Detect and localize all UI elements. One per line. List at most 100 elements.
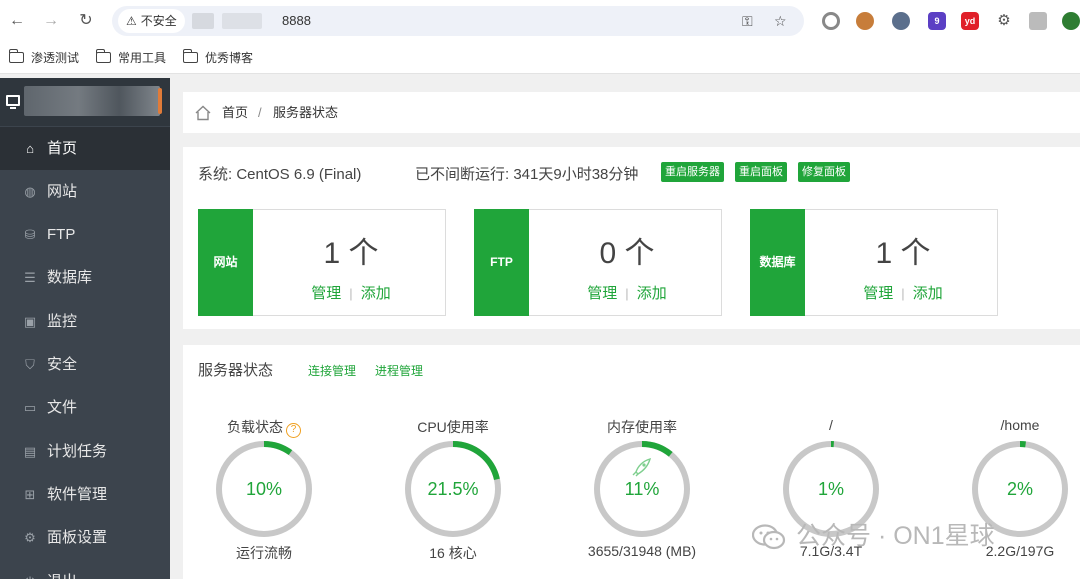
breadcrumb: 首页 / 服务器状态	[183, 92, 1080, 133]
monitor-icon: ▣	[23, 314, 37, 329]
gauge-label: /	[829, 417, 833, 433]
folder-icon	[95, 49, 111, 63]
apps-icon: ⊞	[24, 487, 36, 502]
home-icon: ⌂	[26, 141, 34, 156]
gauge-sub: 运行流畅	[236, 545, 292, 561]
shield-icon: ⛉	[25, 357, 35, 372]
sidebar-item-website[interactable]: ◍ 网站	[0, 170, 170, 213]
process-manage-link[interactable]: 进程管理	[375, 362, 423, 379]
security-chip[interactable]: ⚠ 不安全	[118, 9, 185, 33]
add-link[interactable]: 添加	[913, 285, 943, 302]
back-arrow-icon[interactable]: ←	[4, 8, 30, 34]
gauge-value: 2%	[1006, 479, 1033, 499]
repair-panel-button[interactable]: 修复面板	[798, 162, 850, 182]
stat-card-database: 数据库 1 个 管理 | 添加	[750, 209, 998, 316]
stat-links: 管理 | 添加	[311, 285, 391, 302]
gauge-label: /home	[1000, 417, 1040, 433]
connection-manage-link[interactable]: 连接管理	[308, 362, 356, 379]
purple-extension-icon[interactable]: 9	[928, 12, 946, 30]
security-label: 不安全	[140, 14, 177, 28]
restart-server-button[interactable]: 重启服务器	[661, 162, 724, 182]
qr-extension-icon[interactable]	[1029, 12, 1047, 30]
youdao-extension-icon[interactable]: yd	[961, 12, 979, 30]
stat-links: 管理 | 添加	[863, 285, 943, 302]
stat-tag: 网站	[198, 209, 253, 316]
brand-header	[0, 78, 170, 126]
manage-link[interactable]: 管理	[863, 285, 893, 302]
gauge-value: 10%	[245, 479, 283, 499]
bookmark-star-icon[interactable]: ☆	[774, 6, 787, 36]
sidebar-item-database[interactable]: ☰ 数据库	[0, 256, 170, 299]
stat-links: 管理 | 添加	[587, 285, 667, 302]
forward-arrow-icon[interactable]: →	[38, 8, 64, 34]
database-icon: ☰	[24, 270, 36, 285]
stat-tag: 数据库	[750, 209, 805, 316]
wechat-icon	[752, 524, 786, 550]
breadcrumb-separator: /	[258, 105, 262, 120]
gauge-label: 内存使用率	[607, 419, 677, 435]
brand-accent	[158, 88, 162, 114]
stat-card-website: 网站 1 个 管理 | 添加	[198, 209, 446, 316]
bookmark-folder-tools[interactable]: 常用工具	[95, 42, 166, 74]
stat-count: 1 个	[875, 237, 931, 270]
warning-triangle-icon: ⚠	[126, 14, 137, 28]
help-icon[interactable]: ?	[286, 423, 301, 438]
manage-link[interactable]: 管理	[311, 285, 341, 302]
breadcrumb-current: 服务器状态	[273, 105, 339, 120]
breadcrumb-home-link[interactable]: 首页	[222, 92, 248, 133]
gauge-sub: 16 核心	[429, 545, 477, 561]
sidebar-item-home[interactable]: ⌂ 首页	[0, 127, 170, 170]
cookie-extension-icon[interactable]	[856, 12, 874, 30]
gauge-value: 11%	[624, 479, 660, 499]
system-os: 系统: CentOS 6.9 (Final)	[198, 166, 362, 183]
reload-icon[interactable]: ↻	[73, 8, 99, 34]
bookmark-folder-pentest[interactable]: 渗透测试	[8, 42, 79, 74]
address-bar[interactable]: ⚠ 不安全 8888 ⚿ ☆	[112, 6, 804, 36]
calendar-icon: ▤	[23, 444, 37, 459]
sidebar-item-software[interactable]: ⊞ 软件管理	[0, 473, 170, 516]
rocket-icon[interactable]	[630, 457, 654, 477]
stat-count: 0 个	[599, 237, 655, 270]
sidebar-item-logout[interactable]: ⏻退出	[0, 560, 170, 579]
sidebar-item-ftp[interactable]: ⛁ FTP	[0, 213, 170, 256]
system-panel: 系统: CentOS 6.9 (Final) 已不间断运行: 341天9小时38…	[183, 147, 1080, 329]
settings-icon: ⚙	[24, 530, 36, 545]
url-port: 8888	[282, 13, 311, 28]
sidebar-item-cron[interactable]: ▤ 计划任务	[0, 430, 170, 473]
add-link[interactable]: 添加	[361, 285, 391, 302]
stat-card-ftp: FTP 0 个 管理 | 添加	[474, 209, 722, 316]
green-extension-icon[interactable]	[1062, 12, 1080, 30]
folder-icon	[8, 49, 24, 63]
gauge-label: CPU使用率	[417, 419, 489, 435]
compass-extension-icon[interactable]	[892, 12, 910, 30]
sidebar-item-security[interactable]: ⛉ 安全	[0, 343, 170, 386]
url-host-blurred	[192, 13, 214, 29]
gear-extension-icon[interactable]: ⚙	[995, 12, 1013, 30]
sidebar-item-monitor[interactable]: ▣ 监控	[0, 300, 170, 343]
gauge-value: 21.5%	[427, 479, 479, 499]
globe-icon: ◍	[24, 184, 36, 199]
server-status-title: 服务器状态	[198, 362, 274, 379]
gauge-value: 1%	[817, 479, 844, 499]
sidebar: ⌂ 首页 ◍ 网站 ⛁ FTP ☰ 数据库 ▣ 监控 ⛉ 安全 ▭ 文件 ▤ 计划任务 ⊞ 软件管…	[0, 78, 170, 579]
add-link[interactable]: 添加	[637, 285, 667, 302]
ftp-icon: ⛁	[24, 227, 36, 242]
gauge-label: 负载状态?	[194, 417, 334, 438]
key-icon[interactable]: ⚿	[742, 6, 753, 36]
stat-tag: FTP	[474, 209, 529, 316]
server-monitor-icon	[6, 95, 20, 109]
url-host-blurred-2	[222, 13, 262, 29]
browser-toolbar: ← → ↻ ⚠ 不安全 8888 ⚿ ☆ 9 yd ⚙	[0, 0, 1080, 42]
folder-icon: ▭	[23, 400, 37, 415]
system-uptime: 已不间断运行: 341天9小时38分钟	[415, 166, 639, 183]
circle-extension-icon[interactable]	[822, 12, 840, 30]
bookmarks-bar: 渗透测试 常用工具 优秀博客	[0, 42, 1080, 74]
bookmark-folder-blogs[interactable]: 优秀博客	[182, 42, 253, 74]
stat-count: 1 个	[323, 237, 379, 270]
folder-icon	[182, 49, 198, 63]
home-outline-icon[interactable]	[195, 105, 211, 121]
restart-panel-button[interactable]: 重启面板	[735, 162, 787, 182]
sidebar-item-files[interactable]: ▭ 文件	[0, 386, 170, 429]
sidebar-item-settings[interactable]: ⚙ 面板设置	[0, 516, 170, 559]
manage-link[interactable]: 管理	[587, 285, 617, 302]
